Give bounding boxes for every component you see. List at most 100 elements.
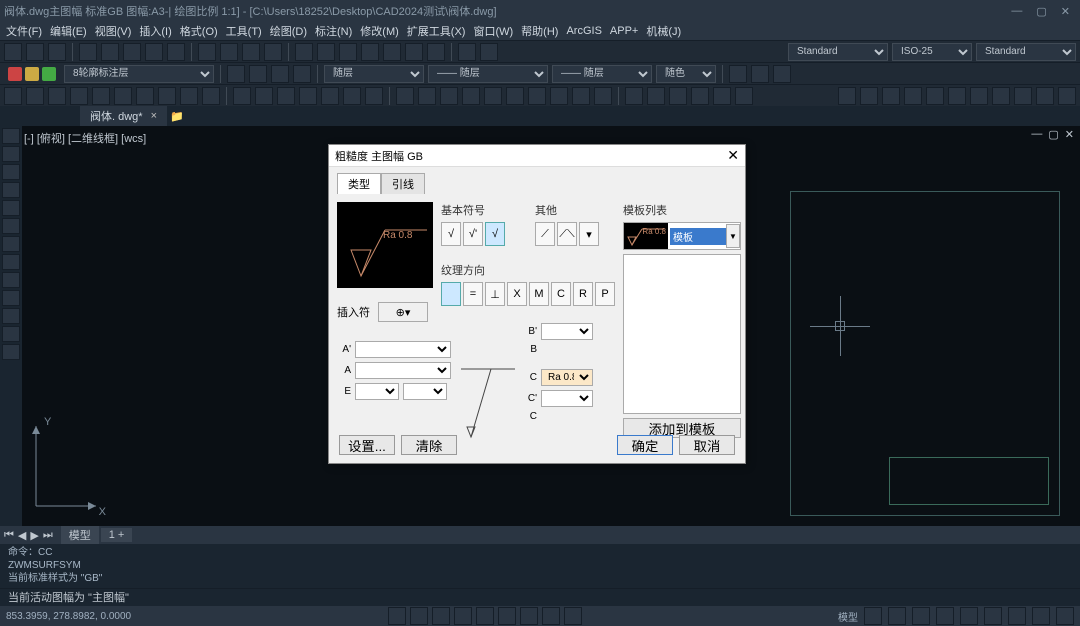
menu-mech[interactable]: 机械(J) (646, 23, 681, 39)
status-model[interactable]: 模型 (838, 609, 858, 624)
template-dropdown-icon[interactable]: ▼ (726, 224, 740, 248)
draw-text-icon[interactable] (2, 290, 20, 306)
snap-otrack-icon[interactable] (476, 607, 494, 625)
layout-nav-last-icon[interactable]: ⏭ (43, 529, 53, 542)
mod-2-icon[interactable] (255, 87, 273, 105)
vp-min-icon[interactable]: — (1031, 128, 1042, 141)
menu-draw[interactable]: 绘图(D) (270, 23, 307, 39)
arr-4-icon[interactable] (691, 87, 709, 105)
menu-ext[interactable]: 扩展工具(X) (407, 23, 466, 39)
tb-b-icon[interactable] (383, 43, 401, 61)
draw-hatch-icon[interactable] (2, 272, 20, 288)
ann-2-icon[interactable] (418, 87, 436, 105)
layout-nav-prev-icon[interactable]: ◀ (18, 529, 26, 542)
tb-c-icon[interactable] (405, 43, 423, 61)
menu-modify[interactable]: 修改(M) (360, 23, 399, 39)
tb-props-icon[interactable] (317, 43, 335, 61)
snap-lwt-icon[interactable] (542, 607, 560, 625)
clear-button[interactable]: 清除 (401, 435, 457, 455)
end-5-icon[interactable] (926, 87, 944, 105)
dim-2-icon[interactable] (26, 87, 44, 105)
draw-line-icon[interactable] (2, 128, 20, 144)
param-c-select[interactable]: Ra 0.8 (541, 369, 593, 386)
sym-basic-2[interactable]: √' (463, 222, 483, 246)
draw-table-icon[interactable] (2, 326, 20, 342)
snap-dyn-icon[interactable] (520, 607, 538, 625)
menu-file[interactable]: 文件(F) (6, 23, 42, 39)
template-selector[interactable]: Ra 0.8 模板 ▼ (623, 222, 741, 250)
snap-ducs-icon[interactable] (498, 607, 516, 625)
status-6-icon[interactable] (984, 607, 1002, 625)
doc-tab-active[interactable]: 阀体. dwg* × (80, 106, 167, 126)
dialog-titlebar[interactable]: 粗糙度 主图幅 GB ✕ (329, 145, 745, 167)
end-2-icon[interactable] (860, 87, 878, 105)
dir-blank[interactable] (441, 282, 461, 306)
draw-region-icon[interactable] (2, 308, 20, 324)
draw-spline-icon[interactable] (2, 218, 20, 234)
arr-5-icon[interactable] (713, 87, 731, 105)
menu-dim[interactable]: 标注(N) (315, 23, 352, 39)
vp-close-icon[interactable]: ✕ (1065, 128, 1074, 141)
draw-point-icon[interactable] (2, 254, 20, 270)
menu-window[interactable]: 窗口(W) (473, 23, 513, 39)
command-input[interactable]: 当前活动图幅为 "主图幅" (0, 588, 1080, 606)
dir-perp[interactable]: ⊥ (485, 282, 505, 306)
ann-8-icon[interactable] (550, 87, 568, 105)
tb-match-icon[interactable] (295, 43, 313, 61)
draw-rect-icon[interactable] (2, 200, 20, 216)
draw-mtext-icon[interactable] (2, 344, 20, 360)
mod-7-icon[interactable] (365, 87, 383, 105)
mod-3-icon[interactable] (277, 87, 295, 105)
dir-parallel[interactable]: = (463, 282, 483, 306)
dim-9-icon[interactable] (180, 87, 198, 105)
lineweight-select[interactable]: —— 随层 (552, 65, 652, 83)
doc-tab-close-icon[interactable]: × (151, 110, 157, 122)
tb-a-icon[interactable] (361, 43, 379, 61)
dir-p[interactable]: P (595, 282, 615, 306)
menu-help[interactable]: 帮助(H) (521, 23, 558, 39)
color-yellow-icon[interactable] (25, 67, 39, 81)
dir-m[interactable]: M (529, 282, 549, 306)
dimstyle-select[interactable]: Standard (788, 43, 888, 61)
tb-zoom-icon[interactable] (220, 43, 238, 61)
param-c2-select[interactable] (541, 390, 593, 407)
snap-grid-icon[interactable] (388, 607, 406, 625)
plotstyle-select[interactable]: 随色 (656, 65, 716, 83)
status-2-icon[interactable] (888, 607, 906, 625)
layout-plus-tab[interactable]: 1 + (101, 528, 133, 542)
grp-b-icon[interactable] (751, 65, 769, 83)
menu-view[interactable]: 视图(V) (95, 23, 132, 39)
sym-basic-3-selected[interactable]: √ (485, 222, 505, 246)
ann-4-icon[interactable] (462, 87, 480, 105)
dim-3-icon[interactable] (48, 87, 66, 105)
arr-3-icon[interactable] (669, 87, 687, 105)
tb-zoomext-icon[interactable] (242, 43, 260, 61)
tb-open-icon[interactable] (26, 43, 44, 61)
ok-button[interactable]: 确定 (617, 435, 673, 455)
grp-c-icon[interactable] (773, 65, 791, 83)
param-e2-select[interactable] (403, 383, 447, 400)
tb-print-icon[interactable] (198, 43, 216, 61)
draw-ellipse-icon[interactable] (2, 236, 20, 252)
linetype-select[interactable]: —— 随层 (428, 65, 548, 83)
sym-other-1[interactable]: ⟋ (535, 222, 555, 246)
sym-other-3[interactable]: ▾ (579, 222, 599, 246)
end-7-icon[interactable] (970, 87, 988, 105)
tb-d-icon[interactable] (427, 43, 445, 61)
layer-d-icon[interactable] (293, 65, 311, 83)
dim-10-icon[interactable] (202, 87, 220, 105)
vp-max-icon[interactable]: ▢ (1048, 128, 1058, 141)
color-green-icon[interactable] (42, 67, 56, 81)
tb-save-icon[interactable] (48, 43, 66, 61)
status-5-icon[interactable] (960, 607, 978, 625)
dim-7-icon[interactable] (136, 87, 154, 105)
snap-ortho-icon[interactable] (410, 607, 428, 625)
color-red-icon[interactable] (8, 67, 22, 81)
mod-1-icon[interactable] (233, 87, 251, 105)
status-9-icon[interactable] (1056, 607, 1074, 625)
status-8-icon[interactable] (1032, 607, 1050, 625)
layout-model-tab[interactable]: 模型 (61, 526, 99, 544)
arr-1-icon[interactable] (625, 87, 643, 105)
end-6-icon[interactable] (948, 87, 966, 105)
ann-3-icon[interactable] (440, 87, 458, 105)
